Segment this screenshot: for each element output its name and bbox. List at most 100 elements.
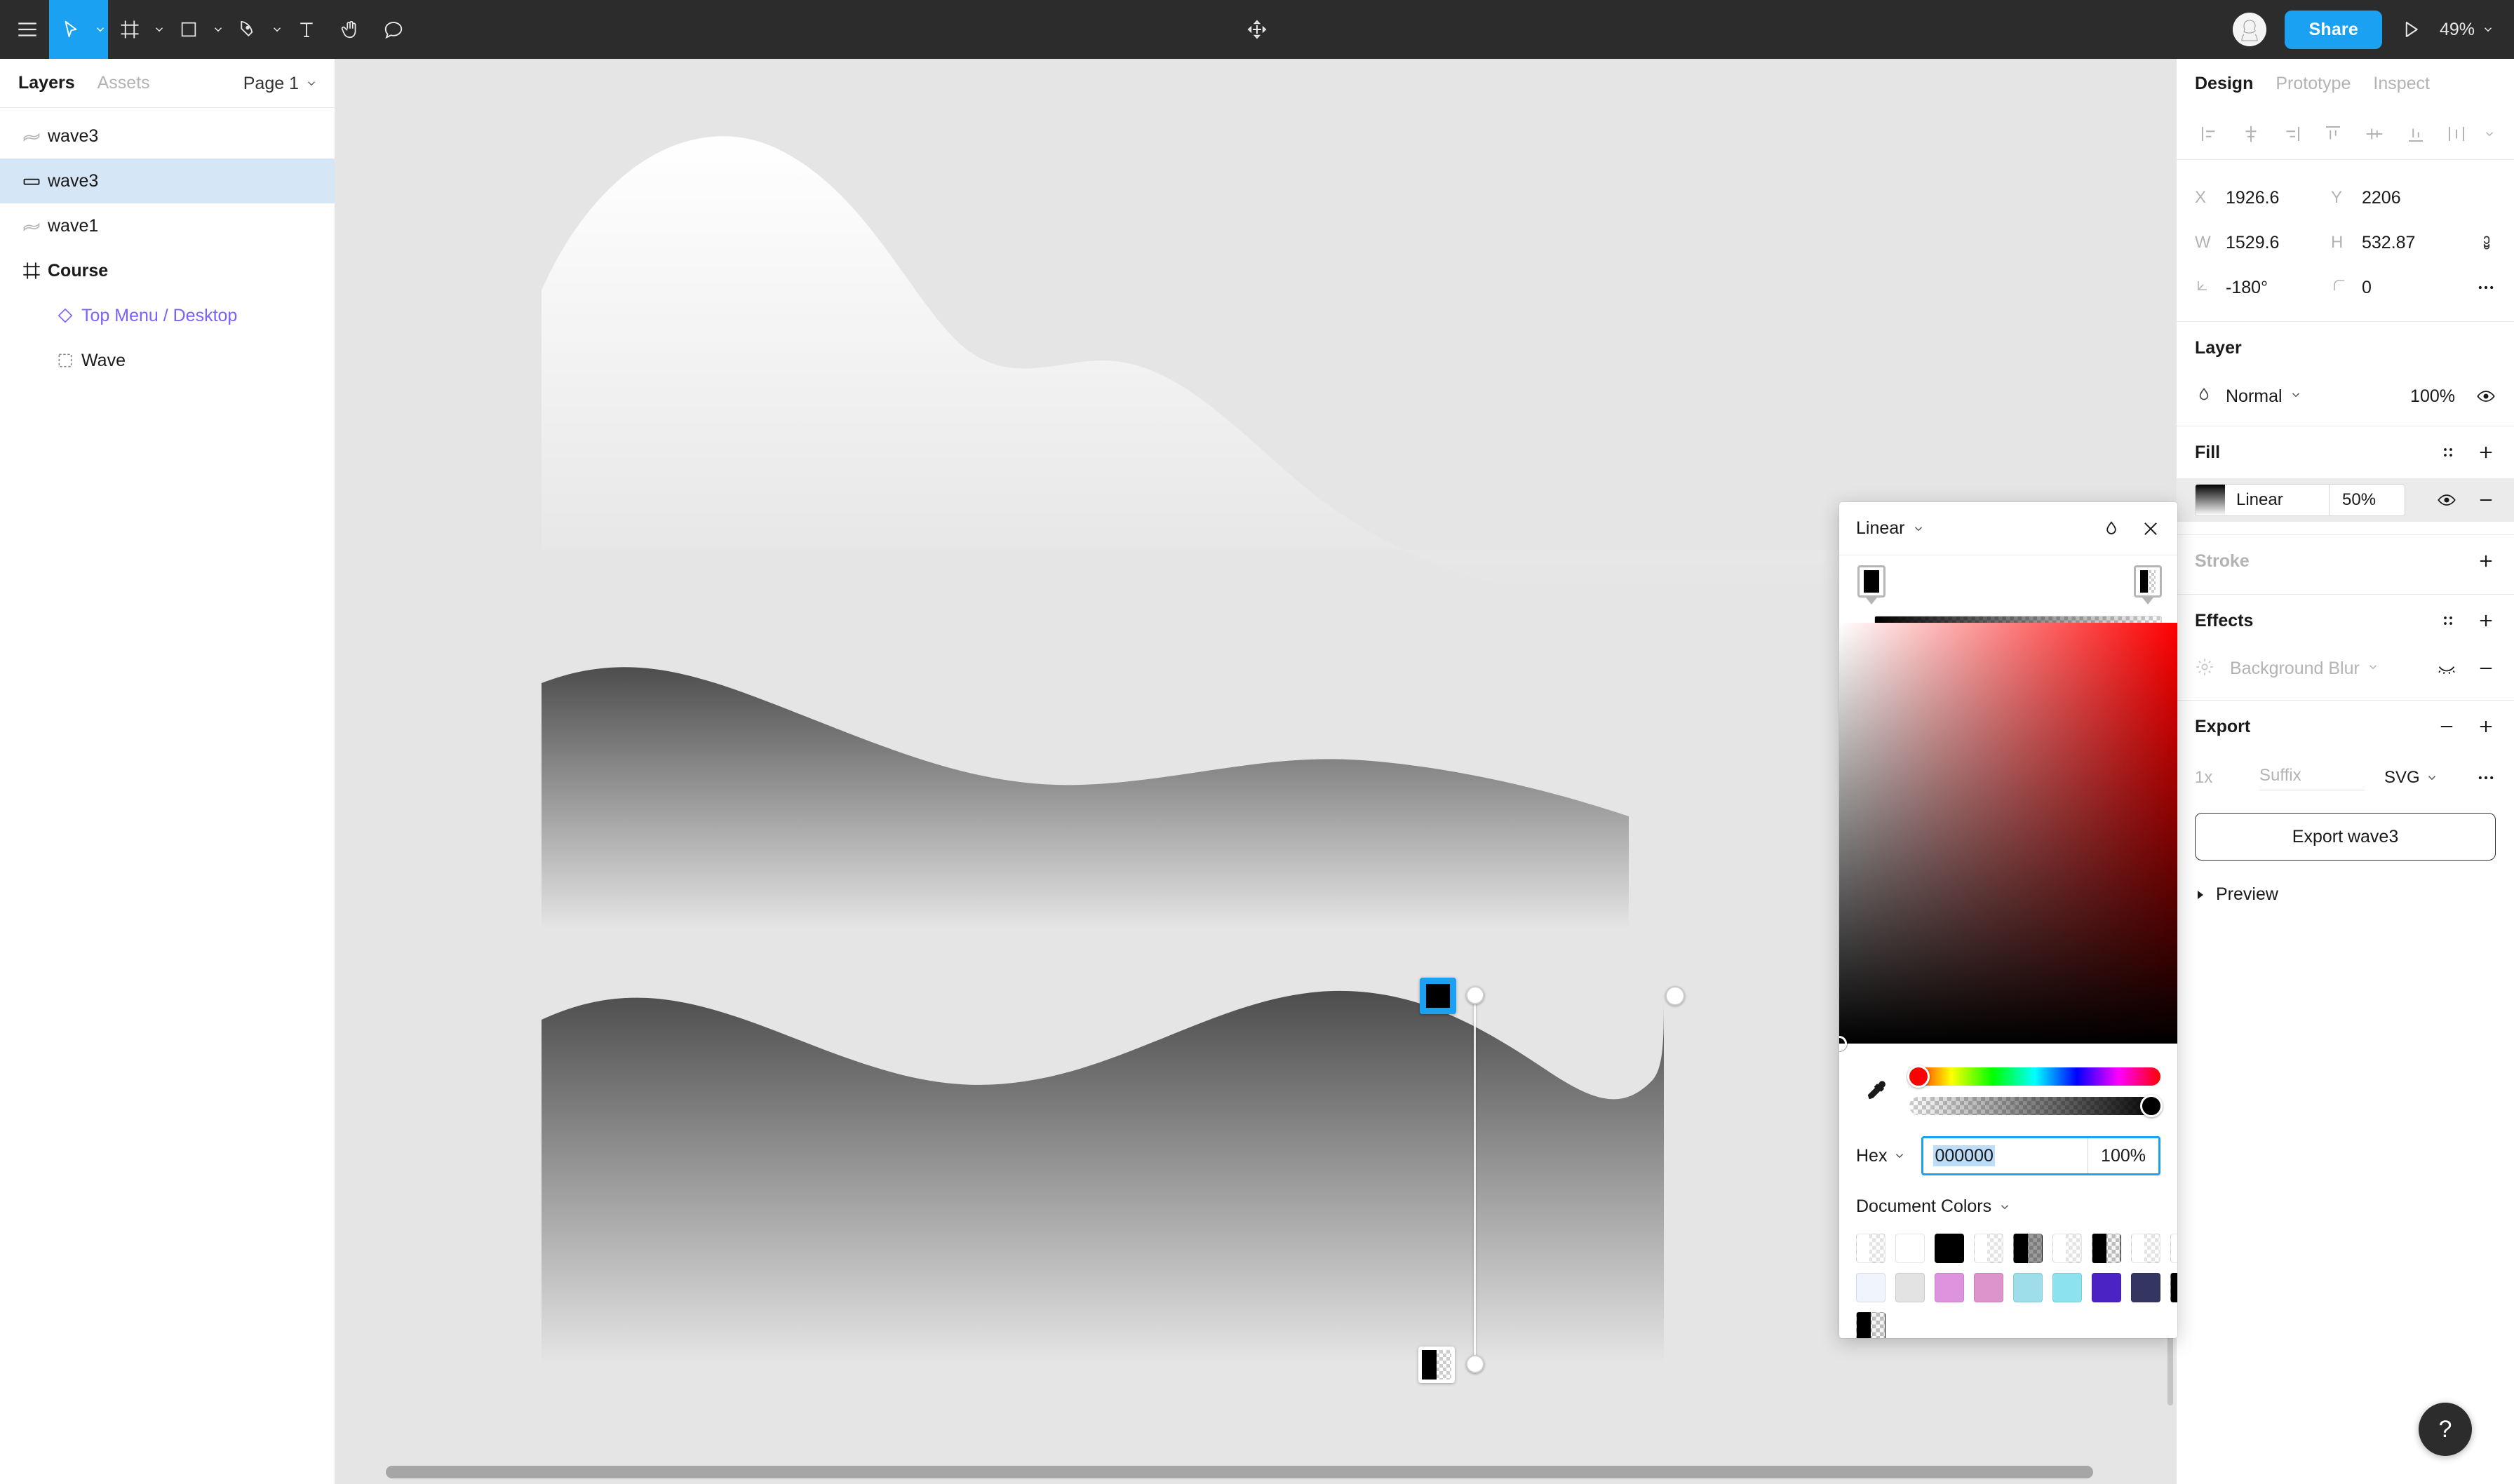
swatch-black-half-2[interactable]: [1856, 1312, 1886, 1338]
shape-tool-caret[interactable]: [210, 0, 226, 59]
color-picker-close-button[interactable]: [2141, 519, 2160, 539]
add-export-button[interactable]: [2476, 717, 2496, 736]
width-field[interactable]: W 1529.6: [2195, 233, 2331, 253]
remove-export-button[interactable]: [2437, 717, 2456, 736]
layer-visibility-button[interactable]: [2476, 386, 2496, 406]
hex-alpha-input[interactable]: 100%: [2088, 1138, 2158, 1173]
constrain-proportions-button[interactable]: [2478, 234, 2496, 252]
layer-row-course[interactable]: Course: [0, 248, 335, 293]
fill-gradient-swatch[interactable]: [2196, 485, 2225, 515]
alpha-slider-knob[interactable]: [2140, 1095, 2163, 1117]
swatch-white-transparent[interactable]: [1856, 1234, 1886, 1263]
swatch-black[interactable]: [1935, 1234, 1964, 1263]
y-field[interactable]: Y 2206: [2331, 188, 2467, 208]
swatch-black-gray-half[interactable]: [2013, 1234, 2043, 1263]
gradient-stop-0[interactable]: [1857, 565, 1886, 598]
fill-opacity-value[interactable]: 50%: [2329, 485, 2405, 515]
align-vertical-center-button[interactable]: [2357, 116, 2392, 151]
page-selector[interactable]: Page 1: [243, 59, 318, 108]
gradient-stop-1[interactable]: [2134, 565, 2162, 598]
saturation-value-area[interactable]: [1839, 623, 2177, 1044]
x-field[interactable]: X 1926.6: [2195, 188, 2331, 208]
fill-visibility-button[interactable]: [2437, 490, 2456, 510]
gradient-stop-dot-end[interactable]: [1466, 1355, 1484, 1373]
hand-tool-button[interactable]: [328, 0, 372, 59]
chevron-down-icon[interactable]: [2290, 389, 2302, 405]
hue-slider-knob[interactable]: [1907, 1065, 1930, 1088]
alpha-slider[interactable]: [1909, 1097, 2160, 1115]
swatch-dark-navy[interactable]: [2131, 1273, 2160, 1302]
effect-type-label[interactable]: Background Blur: [2230, 659, 2360, 679]
add-stroke-button[interactable]: [2476, 551, 2496, 571]
gradient-axis-line[interactable]: [1474, 992, 1476, 1364]
export-scale-value[interactable]: 1x: [2195, 768, 2259, 788]
gradient-stop-end[interactable]: [1418, 1347, 1455, 1383]
color-picker-droplet-button[interactable]: [2102, 519, 2121, 539]
frame-tool-button[interactable]: [108, 0, 152, 59]
move-tool-caret[interactable]: [93, 0, 108, 59]
avatar[interactable]: [2233, 13, 2266, 46]
swatch-ghost-white[interactable]: [1856, 1273, 1886, 1302]
swatch-cyan[interactable]: [2052, 1273, 2082, 1302]
pen-tool-button[interactable]: [226, 0, 269, 59]
layer-row-top-menu-desktop[interactable]: Top Menu / Desktop: [0, 293, 335, 338]
add-effect-button[interactable]: [2476, 611, 2496, 630]
height-field[interactable]: H 532.87: [2331, 233, 2467, 253]
preview-toggle[interactable]: Preview: [2177, 861, 2514, 905]
fill-settings-button[interactable]: [2440, 444, 2456, 461]
swatch-light-gray[interactable]: [1895, 1273, 1925, 1302]
tab-inspect[interactable]: Inspect: [2373, 74, 2430, 94]
color-mode-select[interactable]: Hex: [1856, 1146, 1906, 1166]
swatch-pink-orchid[interactable]: [1974, 1273, 2003, 1302]
add-fill-button[interactable]: [2476, 443, 2496, 462]
export-button[interactable]: Export wave3: [2195, 813, 2496, 861]
hex-field[interactable]: 000000 100%: [1921, 1136, 2160, 1175]
blend-mode-value[interactable]: Normal: [2226, 386, 2283, 407]
zoom-level-control[interactable]: 49%: [2440, 20, 2494, 40]
move-gizmo-button[interactable]: [1235, 0, 1279, 59]
export-suffix-input[interactable]: Suffix: [2259, 766, 2365, 790]
effect-item-row[interactable]: Background Blur: [2177, 647, 2514, 690]
swatch-black-gray-half-2[interactable]: [2170, 1273, 2177, 1302]
corner-radius-field[interactable]: 0: [2331, 277, 2467, 299]
fill-chip[interactable]: Linear 50%: [2195, 484, 2405, 516]
hex-input[interactable]: 000000: [1923, 1146, 2088, 1166]
export-more-button[interactable]: [2476, 768, 2496, 788]
tool-shape[interactable]: [167, 0, 226, 59]
align-horizontal-center-button[interactable]: [2233, 116, 2268, 151]
present-button[interactable]: [2400, 19, 2421, 40]
hue-slider[interactable]: [1909, 1067, 2160, 1086]
share-button[interactable]: Share: [2285, 11, 2381, 49]
move-tool-button[interactable]: [49, 0, 93, 59]
export-format-select[interactable]: SVG: [2384, 768, 2461, 788]
swatch-white-checker-3[interactable]: [2052, 1234, 2082, 1263]
swatch-white-checker-2[interactable]: [1974, 1234, 2003, 1263]
gradient-stop-start[interactable]: [1420, 978, 1456, 1014]
tab-assets[interactable]: Assets: [98, 73, 150, 93]
gradient-rotate-handle[interactable]: [1665, 986, 1685, 1006]
swatch-black-half[interactable]: [2092, 1234, 2121, 1263]
remove-effect-button[interactable]: [2476, 659, 2496, 678]
distribute-caret[interactable]: [2480, 116, 2499, 151]
swatch-light-blue[interactable]: [2013, 1273, 2043, 1302]
more-options-button[interactable]: [2476, 278, 2496, 297]
frame-tool-caret[interactable]: [152, 0, 167, 59]
horizontal-scrollbar[interactable]: [386, 1466, 2093, 1478]
shape-tool-button[interactable]: [167, 0, 210, 59]
tool-frame[interactable]: [108, 0, 167, 59]
tab-design[interactable]: Design: [2195, 74, 2253, 94]
layer-row-wave-group[interactable]: Wave: [0, 338, 335, 383]
layer-opacity-value[interactable]: 100%: [2410, 386, 2455, 407]
gradient-stop-editor[interactable]: [1839, 555, 2177, 623]
swatch-violet[interactable]: [2092, 1273, 2121, 1302]
align-left-button[interactable]: [2192, 116, 2227, 151]
chevron-down-icon[interactable]: [2367, 661, 2379, 677]
effect-visibility-button[interactable]: [2437, 659, 2456, 678]
align-top-button[interactable]: [2315, 116, 2351, 151]
pen-tool-caret[interactable]: [269, 0, 285, 59]
swatch-white[interactable]: [1895, 1234, 1925, 1263]
swatch-orchid[interactable]: [1935, 1273, 1964, 1302]
remove-fill-button[interactable]: [2476, 490, 2496, 510]
gradient-type-select[interactable]: Linear: [1856, 518, 1925, 539]
help-button[interactable]: ?: [2419, 1403, 2472, 1456]
